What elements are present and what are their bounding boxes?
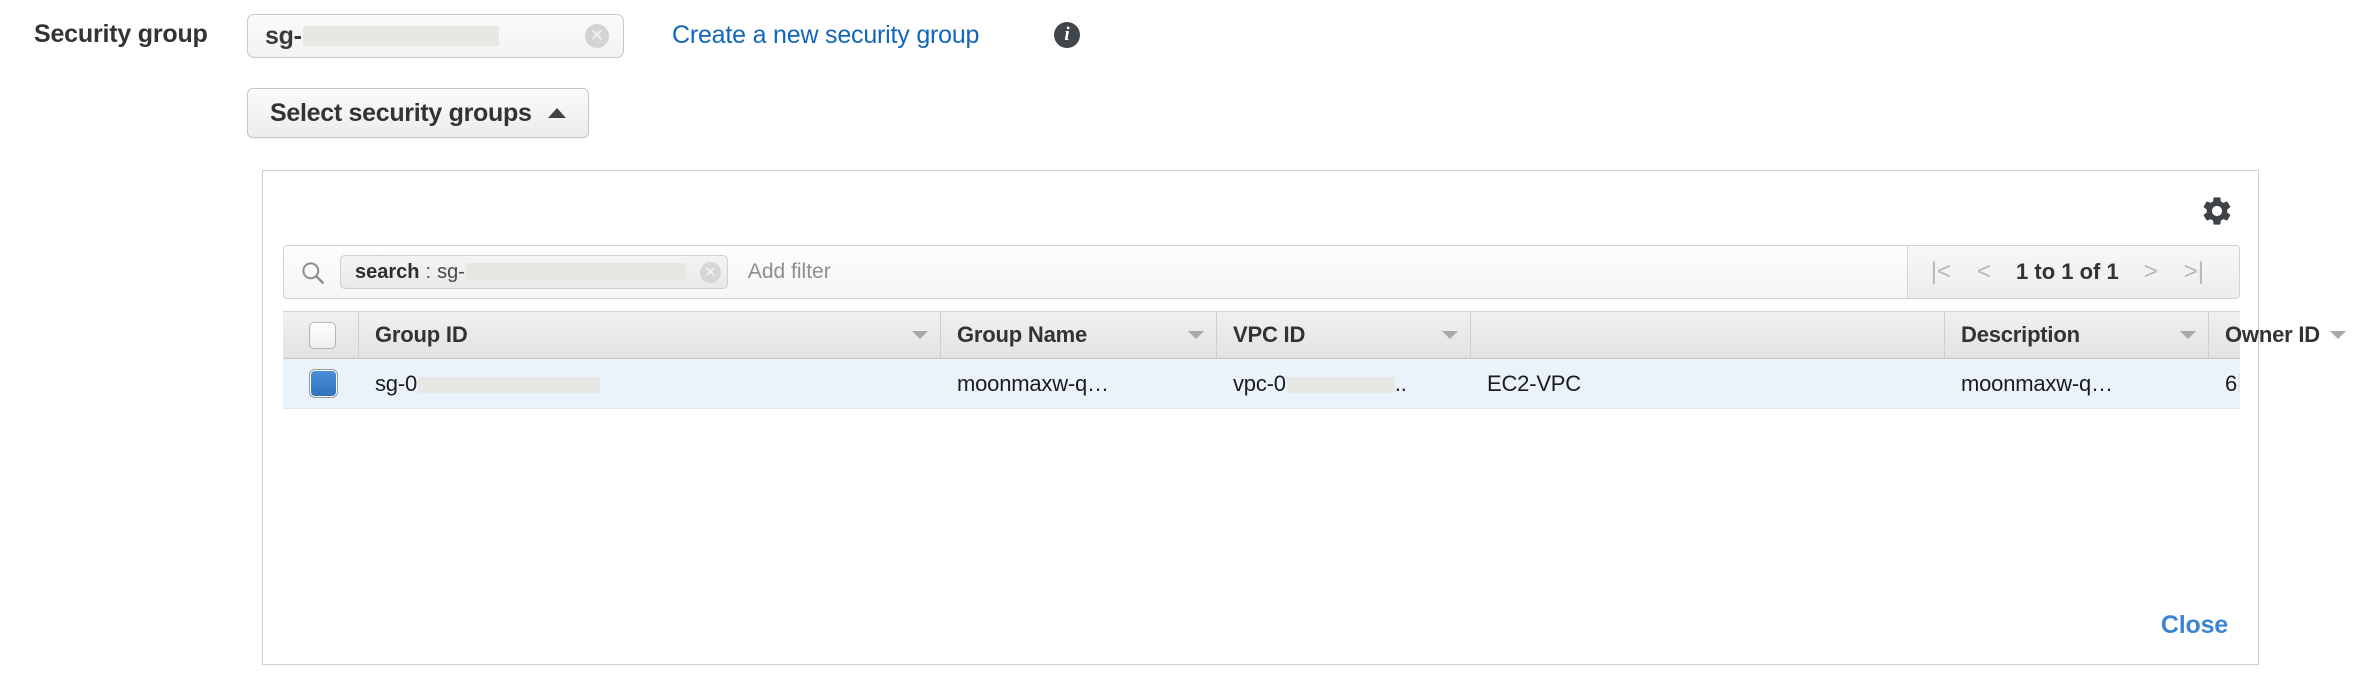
close-circle-icon[interactable]: ✕: [585, 24, 609, 48]
search-filter-token[interactable]: search : sg- ✕: [340, 255, 728, 289]
row-checkbox[interactable]: [310, 370, 337, 397]
column-header-group-name[interactable]: Group Name: [941, 312, 1217, 358]
info-icon[interactable]: i: [1054, 22, 1080, 48]
chevron-down-icon[interactable]: [1442, 331, 1458, 339]
row-checkbox-cell[interactable]: [283, 359, 359, 408]
column-header-description[interactable]: Description: [1945, 312, 2209, 358]
security-groups-panel: search : sg- ✕ Add filter |< < 1 to 1 of…: [262, 170, 2259, 665]
security-group-token-redaction: [303, 26, 499, 46]
pagination-controls: |< < 1 to 1 of 1 > >|: [1908, 246, 2239, 298]
close-link[interactable]: Close: [2161, 611, 2228, 640]
column-header-label: Group Name: [957, 322, 1087, 348]
chevron-down-icon[interactable]: [2330, 331, 2346, 339]
search-token-value-prefix: sg-: [437, 261, 465, 284]
column-header-label: Group ID: [375, 322, 468, 348]
close-circle-icon[interactable]: ✕: [700, 262, 721, 283]
security-group-token-prefix: sg-: [265, 22, 302, 51]
search-token-value: sg-: [437, 261, 686, 284]
column-header-platform: [1471, 312, 1945, 358]
select-all-checkbox[interactable]: [309, 322, 336, 349]
chevron-down-icon[interactable]: [1188, 331, 1204, 339]
column-header-label: Owner ID: [2225, 322, 2320, 348]
cell-vpc-id-redaction: [1287, 377, 1395, 393]
column-header-owner-id[interactable]: Owner ID: [2209, 312, 2240, 358]
cell-owner-id-prefix: 6: [2225, 371, 2237, 397]
search-token-separator: :: [426, 261, 432, 284]
search-area[interactable]: search : sg- ✕ Add filter: [284, 246, 1908, 298]
cell-group-id: sg-0: [359, 359, 941, 408]
pagination-next-button[interactable]: >: [2131, 260, 2171, 284]
column-header-label: VPC ID: [1233, 322, 1305, 348]
pagination-first-button[interactable]: |<: [1918, 260, 1964, 284]
security-groups-table: Group ID Group Name VPC ID Description: [283, 311, 2240, 409]
pagination-count: 1 to 1 of 1: [2004, 259, 2131, 285]
cell-vpc-id-prefix: vpc-0: [1233, 371, 1286, 397]
search-token-key: search: [355, 261, 420, 284]
search-icon: [284, 259, 340, 286]
cell-group-id-redaction: [418, 377, 600, 393]
cell-owner-id: 6: [2209, 359, 2240, 408]
create-new-security-group-link[interactable]: Create a new security group: [672, 21, 979, 50]
pagination-last-button[interactable]: >|: [2171, 260, 2217, 284]
table-row[interactable]: sg-0 moonmaxw-q… vpc-0.. EC2-VPC moonmax…: [283, 359, 2240, 409]
search-token-redaction: [466, 263, 686, 280]
column-header-vpc-id[interactable]: VPC ID: [1217, 312, 1471, 358]
chevron-down-icon[interactable]: [912, 331, 928, 339]
chevron-down-icon[interactable]: [2180, 331, 2196, 339]
gear-icon[interactable]: [2200, 194, 2234, 228]
select-security-groups-label: Select security groups: [270, 99, 532, 128]
security-group-selector-screen: Security group sg- ✕ Create a new securi…: [0, 0, 2360, 690]
security-group-token-field[interactable]: sg- ✕: [247, 14, 624, 58]
select-security-groups-button[interactable]: Select security groups: [247, 88, 589, 138]
filter-toolbar: search : sg- ✕ Add filter |< < 1 to 1 of…: [283, 245, 2240, 299]
cell-platform: EC2-VPC: [1471, 359, 1945, 408]
caret-up-icon: [548, 108, 566, 118]
pagination-prev-button[interactable]: <: [1964, 260, 2004, 284]
column-header-label: Description: [1961, 322, 2080, 348]
cell-owner-id-redaction: [2238, 373, 2240, 393]
column-header-group-id[interactable]: Group ID: [359, 312, 941, 358]
table-header-row: Group ID Group Name VPC ID Description: [283, 311, 2240, 359]
add-filter-placeholder[interactable]: Add filter: [728, 260, 831, 284]
cell-group-id-prefix: sg-0: [375, 371, 417, 397]
cell-vpc-id: vpc-0..: [1217, 359, 1471, 408]
security-group-token-text: sg-: [248, 22, 499, 51]
select-all-checkbox-cell[interactable]: [283, 312, 359, 358]
cell-group-name: moonmaxw-q…: [941, 359, 1217, 408]
security-group-label: Security group: [34, 20, 208, 49]
cell-description: moonmaxw-q…: [1945, 359, 2209, 408]
cell-vpc-id-suffix: ..: [1395, 371, 1407, 397]
